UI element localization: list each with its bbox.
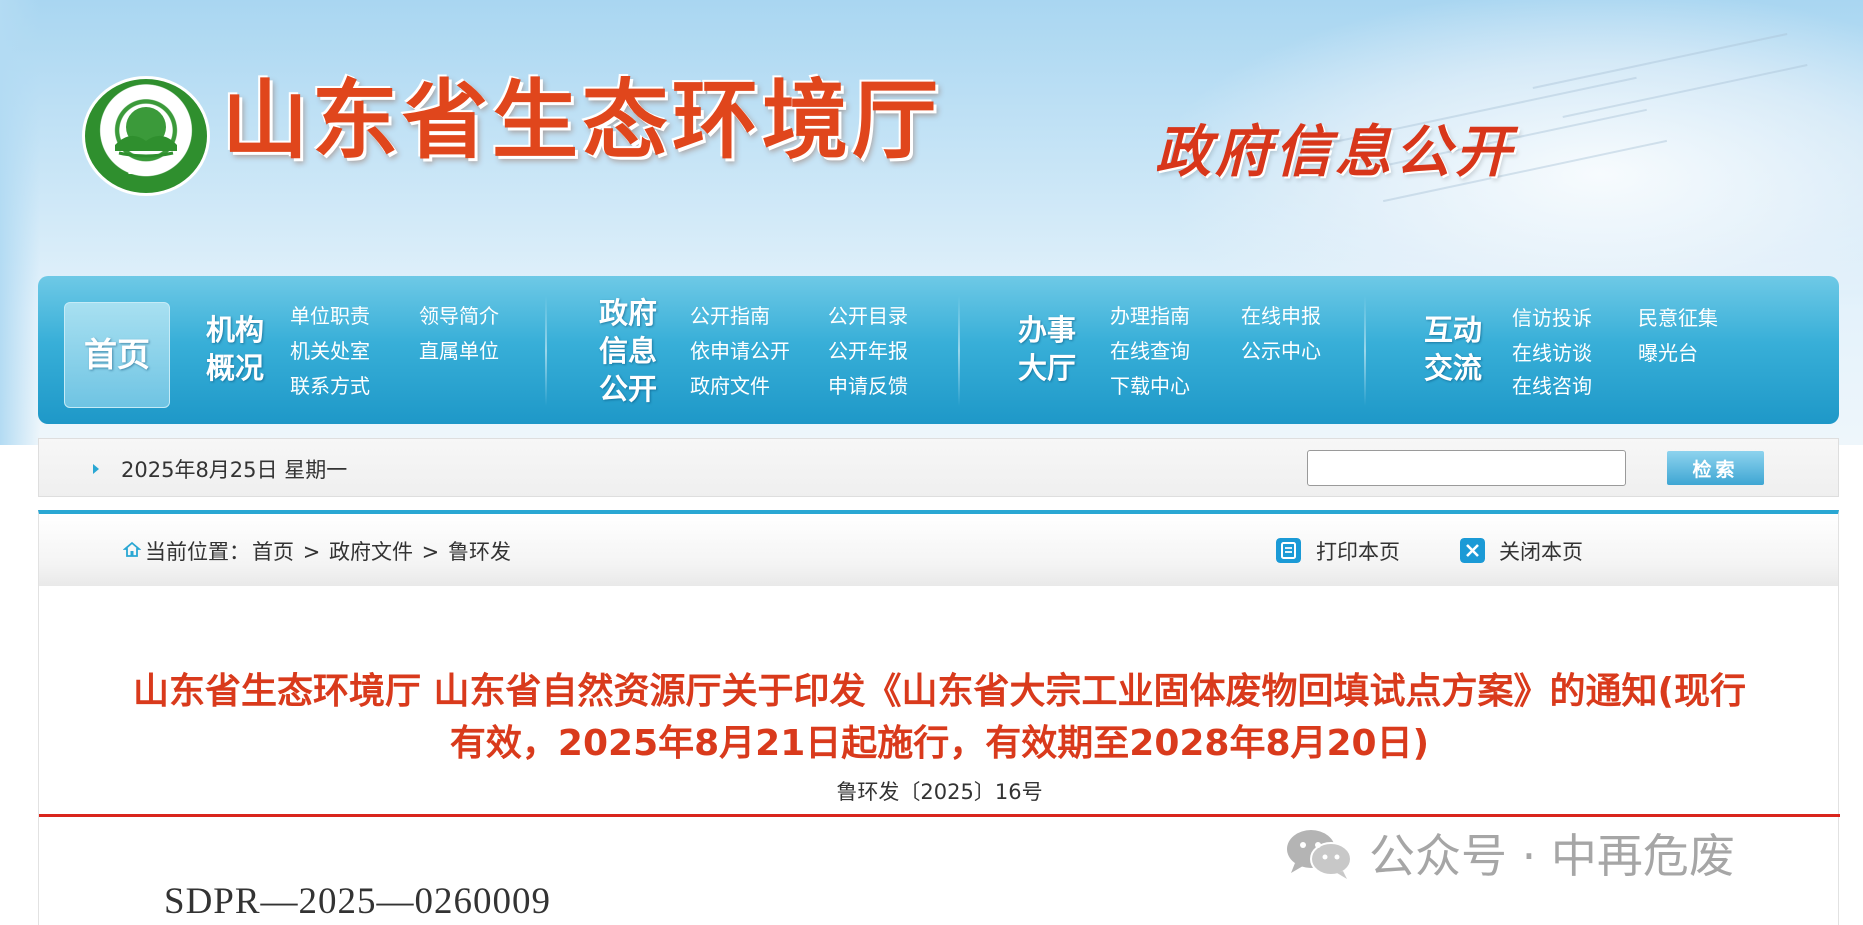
- date-search-bar: 2025年8月25日 星期一 检索: [38, 438, 1839, 497]
- article: 山东省生态环境厅 山东省自然资源厅关于印发《山东省大宗工业固体废物回填试点方案》…: [38, 586, 1840, 925]
- nav-link-exposure[interactable]: 曝光台: [1638, 335, 1698, 371]
- nav-link-notice-center[interactable]: 公示中心: [1241, 333, 1321, 369]
- nav-group-disclosure-title[interactable]: 政府 信息 公开: [599, 294, 657, 408]
- print-icon[interactable]: [1276, 538, 1301, 563]
- search-input[interactable]: [1307, 450, 1626, 486]
- nav-group-service-title[interactable]: 办事 大厅: [1018, 311, 1076, 387]
- red-divider: [39, 814, 1840, 817]
- nav-group-title-line: 大厅: [1018, 351, 1077, 385]
- nav-group-title-line: 机构: [206, 313, 265, 347]
- breadcrumb: 当前位置：首页 > 政府文件 > 鲁环发: [145, 536, 513, 566]
- nav-link-gov-docs[interactable]: 政府文件: [690, 368, 770, 404]
- nav-link-contact[interactable]: 联系方式: [290, 368, 370, 404]
- nav-link-online-apply[interactable]: 在线申报: [1241, 298, 1321, 334]
- nav-divider: [545, 296, 547, 406]
- nav-divider: [1364, 296, 1366, 406]
- nav-link-departments[interactable]: 机关处室: [290, 333, 370, 369]
- nav-link-affiliates[interactable]: 直属单位: [419, 333, 499, 369]
- search-button[interactable]: 检索: [1667, 451, 1764, 485]
- site-title: 山东省生态环境厅: [222, 71, 942, 171]
- nav-group-title-line: 信息: [599, 334, 658, 368]
- nav-link-leaders[interactable]: 领导简介: [419, 298, 499, 334]
- breadcrumb-separator: >: [302, 540, 321, 564]
- nav-link-handling-guide[interactable]: 办理指南: [1110, 298, 1190, 334]
- nav-home-button[interactable]: 首页: [64, 302, 170, 408]
- nav-link-consult[interactable]: 在线咨询: [1512, 368, 1592, 404]
- nav-link-catalog[interactable]: 公开目录: [828, 298, 908, 334]
- breadcrumb-gov-docs-link[interactable]: 政府文件: [329, 540, 413, 564]
- nav-group-org-title[interactable]: 机构 概况: [206, 311, 264, 387]
- nav-link-opinions[interactable]: 民意征集: [1638, 300, 1718, 336]
- arrow-right-icon: [93, 464, 99, 474]
- nav-group-title-line: 政府: [599, 296, 658, 330]
- nav-group-title-line: 交流: [1424, 351, 1483, 385]
- home-icon: [123, 541, 141, 557]
- close-page-link[interactable]: 关闭本页: [1499, 536, 1583, 566]
- ministry-emblem-icon: ZHB: [82, 76, 210, 196]
- breadcrumb-current-link[interactable]: 鲁环发: [448, 540, 511, 564]
- nav-link-annual-report[interactable]: 公开年报: [828, 333, 908, 369]
- breadcrumb-bar: 当前位置：首页 > 政府文件 > 鲁环发 打印本页 关闭本页: [38, 510, 1839, 586]
- nav-link-interviews[interactable]: 在线访谈: [1512, 335, 1592, 371]
- nav-group-title-line: 互动: [1424, 313, 1483, 347]
- nav-link-guide[interactable]: 公开指南: [690, 298, 770, 334]
- nav-group-title-line: 办事: [1018, 313, 1077, 347]
- print-page-link[interactable]: 打印本页: [1316, 536, 1400, 566]
- current-date: 2025年8月25日 星期一: [121, 458, 348, 482]
- nav-group-title-line: 公开: [599, 372, 658, 406]
- emblem-text: ZHB: [127, 163, 165, 178]
- wechat-watermark: 公众号 · 中再危废: [1283, 818, 1735, 888]
- wechat-icon: [1287, 830, 1352, 879]
- document-number: 鲁环发〔2025〕16号: [836, 780, 1043, 804]
- document-code: SDPR—2025—0260009: [164, 881, 552, 922]
- banner-slogan: 政府信息公开: [1155, 120, 1515, 185]
- main-nav: 首页 机构 概况 单位职责 领导简介 机关处室 直属单位 联系方式 政府 信息 …: [38, 276, 1839, 424]
- breadcrumb-separator: >: [421, 540, 440, 564]
- nav-link-feedback[interactable]: 申请反馈: [828, 368, 908, 404]
- nav-link-complaints[interactable]: 信访投诉: [1512, 300, 1592, 336]
- nav-divider: [958, 296, 960, 406]
- close-icon[interactable]: [1460, 538, 1485, 563]
- nav-group-title-line: 概况: [206, 351, 265, 385]
- nav-link-download[interactable]: 下载中心: [1110, 368, 1190, 404]
- nav-link-apply[interactable]: 依申请公开: [690, 333, 790, 369]
- article-title-line: 山东省生态环境厅 山东省自然资源厅关于印发《山东省大宗工业固体废物回填试点方案》…: [133, 671, 1746, 712]
- nav-link-duties[interactable]: 单位职责: [290, 298, 370, 334]
- breadcrumb-prefix: 当前位置：: [145, 540, 250, 564]
- banner-edge: [0, 0, 40, 445]
- nav-group-interaction-title[interactable]: 互动 交流: [1424, 311, 1482, 387]
- nav-link-online-query[interactable]: 在线查询: [1110, 333, 1190, 369]
- breadcrumb-home-link[interactable]: 首页: [252, 540, 294, 564]
- article-title: 山东省生态环境厅 山东省自然资源厅关于印发《山东省大宗工业固体废物回填试点方案》…: [49, 666, 1830, 770]
- article-title-line: 有效，2025年8月21日起施行，有效期至2028年8月20日): [449, 723, 1430, 764]
- watermark-text: 公众号 · 中再危废: [1369, 829, 1735, 883]
